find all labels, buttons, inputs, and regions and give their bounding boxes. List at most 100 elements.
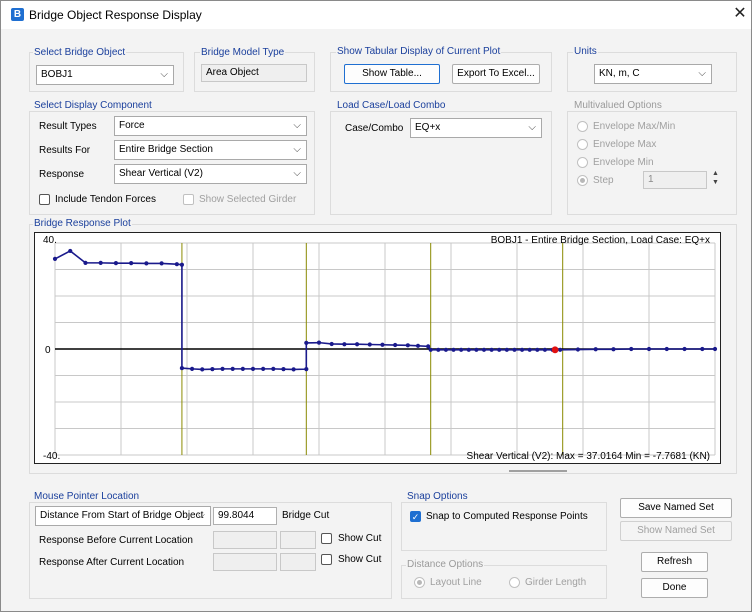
response-data-point	[393, 342, 398, 348]
show-cut-after-checkbox[interactable]	[321, 554, 332, 565]
load-case-label: Load Case/Load Combo	[336, 100, 447, 111]
show-selected-girder-checkbox[interactable]	[183, 194, 194, 205]
response-data-point	[261, 366, 266, 371]
step-radio[interactable]	[577, 175, 588, 186]
distance-mode-combo[interactable]: Distance From Start of Bridge Object ⌵	[35, 506, 211, 526]
response-data-point	[542, 347, 548, 352]
response-data-point	[451, 347, 456, 352]
close-icon[interactable]: ✕	[732, 5, 748, 23]
response-after-label: Response After Current Location	[39, 557, 185, 568]
show-named-set-button[interactable]: Show Named Set	[620, 521, 732, 541]
done-button[interactable]: Done	[641, 578, 708, 598]
show-table-button[interactable]: Show Table...	[344, 64, 440, 84]
response-data-point	[712, 346, 718, 352]
response-data-point	[436, 347, 441, 352]
response-data-point	[527, 347, 532, 352]
bridge-model-type-field: Area Object	[201, 64, 307, 82]
step-input[interactable]: 1	[643, 171, 707, 189]
units-combo[interactable]: KN, m, C ⌵	[594, 64, 712, 84]
response-data-point	[443, 347, 449, 352]
response-before-label: Response Before Current Location	[39, 535, 193, 546]
bridge-model-type-label: Bridge Model Type	[200, 47, 286, 58]
response-data-point	[83, 260, 88, 265]
response-data-point	[250, 366, 256, 371]
response-data-point	[291, 367, 296, 372]
title-bar[interactable]: B Bridge Object Response Display ✕	[1, 1, 751, 29]
envelope-min-radio[interactable]	[577, 157, 588, 168]
envelope-maxmin-radio[interactable]	[577, 121, 588, 132]
response-data-point	[281, 367, 286, 372]
response-data-point	[179, 365, 185, 371]
window-title: Bridge Object Response Display	[29, 8, 202, 22]
distance-options-label: Distance Options	[406, 559, 485, 570]
response-data-point	[426, 344, 431, 349]
show-selected-girder-label: Show Selected Girder	[199, 194, 297, 205]
response-data-point	[179, 262, 185, 267]
snap-options-label: Snap Options	[406, 491, 469, 502]
case-combo-select[interactable]: EQ+x ⌵	[410, 118, 542, 138]
response-data-point	[367, 342, 372, 347]
response-after-field-1	[213, 553, 277, 571]
results-for-combo[interactable]: Entire Bridge Section ⌵	[114, 140, 307, 160]
response-data-point	[342, 342, 347, 347]
snap-checkbox-label: Snap to Computed Response Points	[426, 511, 588, 522]
chevron-down-icon: ⌵	[293, 144, 301, 155]
step-spinner-icon[interactable]: ▲ ▼	[711, 169, 720, 189]
envelope-max-radio[interactable]	[577, 139, 588, 150]
response-data-point	[558, 347, 563, 352]
bridge-response-plot-label: Bridge Response Plot	[33, 218, 132, 229]
response-data-point	[380, 342, 385, 347]
response-data-point	[240, 366, 245, 371]
response-data-point	[304, 340, 309, 346]
envelope-maxmin-label: Envelope Max/Min	[593, 121, 676, 132]
response-data-point	[593, 347, 598, 352]
distance-value-field[interactable]: 99.8044	[213, 507, 277, 525]
results-for-label: Results For	[39, 145, 91, 156]
multivalued-label: Multivalued Options	[573, 100, 663, 111]
response-data-point	[611, 347, 616, 352]
chevron-down-icon: ⌵	[160, 69, 168, 80]
plot-area[interactable]: 40. 0 -40. BOBJ1 - Entire Bridge Section…	[34, 232, 721, 464]
chevron-down-icon: ⌵	[698, 68, 706, 79]
response-data-point	[304, 367, 309, 372]
envelope-max-label: Envelope Max	[593, 139, 657, 150]
response-data-point	[519, 347, 525, 352]
refresh-button[interactable]: Refresh	[641, 552, 708, 572]
cursor-point-marker	[551, 346, 559, 354]
result-types-combo[interactable]: Force ⌵	[114, 116, 307, 136]
response-data-point	[52, 256, 58, 261]
y-min-tick-label: -40.	[43, 451, 61, 462]
response-data-point	[682, 346, 687, 352]
response-data-point	[512, 347, 517, 352]
response-data-point	[481, 347, 487, 352]
result-types-label: Result Types	[39, 121, 97, 132]
export-excel-button[interactable]: Export To Excel...	[452, 64, 540, 84]
bridge-object-combo[interactable]: BOBJ1 ⌵	[36, 65, 174, 85]
response-data-point	[535, 347, 540, 352]
snap-checkbox[interactable]: ✓	[410, 511, 421, 522]
mouse-pointer-label: Mouse Pointer Location	[33, 491, 141, 502]
response-combo[interactable]: Shear Vertical (V2) ⌵	[114, 164, 307, 184]
response-data-point	[230, 366, 235, 371]
y-zero-tick-label: 0	[45, 345, 51, 356]
response-data-point	[664, 346, 669, 352]
response-data-point	[629, 346, 634, 352]
response-data-point	[159, 261, 164, 266]
girder-length-label: Girder Length	[525, 577, 587, 588]
case-combo-label: Case/Combo	[345, 123, 404, 134]
show-cut-after-label: Show Cut	[338, 554, 382, 565]
response-data-point	[504, 347, 509, 352]
tabular-display-label: Show Tabular Display of Current Plot	[336, 46, 502, 57]
show-cut-before-checkbox[interactable]	[321, 533, 332, 544]
snap-options-group	[401, 502, 607, 551]
units-label: Units	[573, 46, 598, 57]
response-chart	[52, 242, 718, 456]
response-data-point	[144, 261, 149, 266]
response-label: Response	[39, 169, 85, 180]
response-data-point	[575, 347, 581, 352]
include-tendon-checkbox[interactable]	[39, 194, 50, 205]
plot-scrollbar[interactable]	[509, 470, 567, 472]
girder-length-radio[interactable]	[509, 577, 520, 588]
save-named-set-button[interactable]: Save Named Set	[620, 498, 732, 518]
layout-line-radio[interactable]	[414, 577, 425, 588]
